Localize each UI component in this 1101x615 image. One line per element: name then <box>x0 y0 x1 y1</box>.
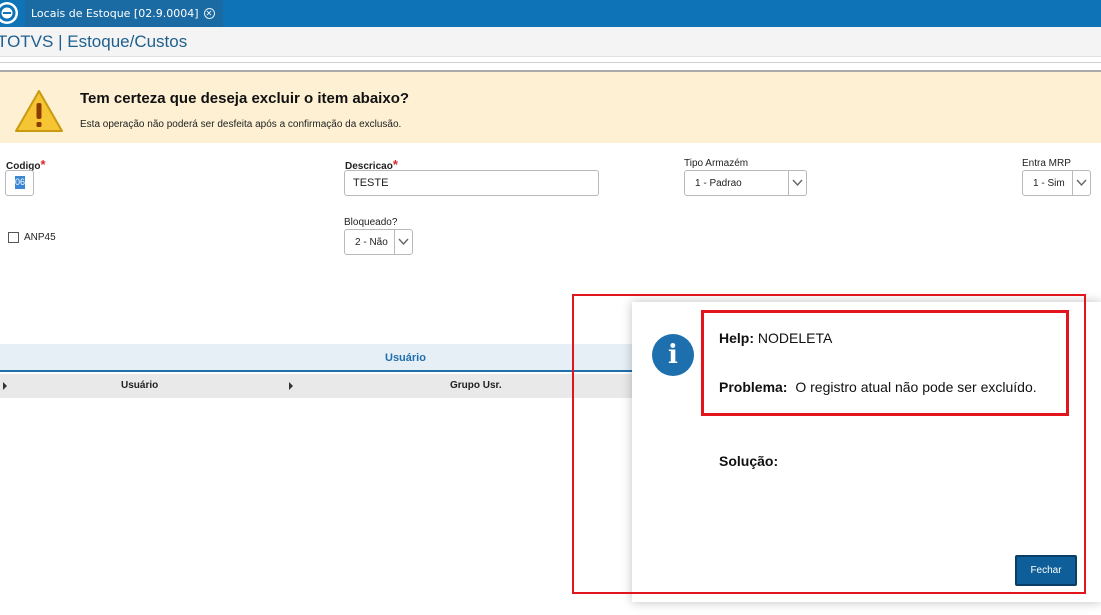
chevron-down-icon <box>1072 171 1090 195</box>
close-icon[interactable]: ✕ <box>203 8 215 19</box>
bloqueado-select[interactable]: 2 - Não <box>344 229 413 255</box>
tab-locais-de-estoque[interactable]: Locais de Estoque [02.9.0004] ✕ <box>25 0 223 27</box>
anp45-label: ANP45 <box>24 232 56 243</box>
page-title: TOTVS | Estoque/Custos <box>0 32 188 51</box>
tab-title: Locais de Estoque [02.9.0004] <box>31 7 199 20</box>
anp45-checkbox[interactable] <box>8 232 19 243</box>
annotation-box-inner <box>701 310 1069 416</box>
tipo-armazem-value: 1 - Padrao <box>695 178 742 189</box>
divider <box>0 62 1101 63</box>
column-header-usuario[interactable]: Usuário <box>121 380 158 391</box>
warning-title: Tem certeza que deseja excluir o item ab… <box>80 90 410 107</box>
codigo-value: 06 <box>15 176 26 189</box>
warning-subtitle: Esta operação não poderá ser desfeita ap… <box>80 119 402 130</box>
app-tab-bar: Locais de Estoque [02.9.0004] ✕ <box>0 0 1101 27</box>
bloqueado-value: 2 - Não <box>355 237 388 248</box>
page-header: TOTVS | Estoque/Custos <box>0 27 1101 57</box>
codigo-field[interactable]: 06 <box>5 170 34 196</box>
chevron-down-icon <box>394 230 412 254</box>
descricao-field[interactable]: TESTE <box>344 170 599 196</box>
bloqueado-label: Bloqueado? <box>344 217 398 228</box>
entra-mrp-value: 1 - Sim <box>1033 178 1065 189</box>
totvs-logo-icon <box>0 2 18 24</box>
chevron-down-icon <box>788 171 806 195</box>
entra-mrp-select[interactable]: 1 - Sim <box>1022 170 1091 196</box>
delete-warning-banner: Tem certeza que deseja excluir o item ab… <box>0 72 1101 143</box>
required-mark: * <box>40 157 46 172</box>
tipo-armazem-select[interactable]: 1 - Padrao <box>684 170 807 196</box>
warning-icon <box>14 88 64 139</box>
descricao-value: TESTE <box>353 177 389 189</box>
entra-mrp-label: Entra MRP <box>1022 158 1071 169</box>
grid-title: Usuário <box>385 352 426 364</box>
expand-arrow-icon[interactable] <box>3 382 7 390</box>
tipo-armazem-label: Tipo Armazém <box>684 158 749 169</box>
expand-arrow-icon[interactable] <box>289 382 293 390</box>
column-header-grupo-usr[interactable]: Grupo Usr. <box>450 380 502 391</box>
